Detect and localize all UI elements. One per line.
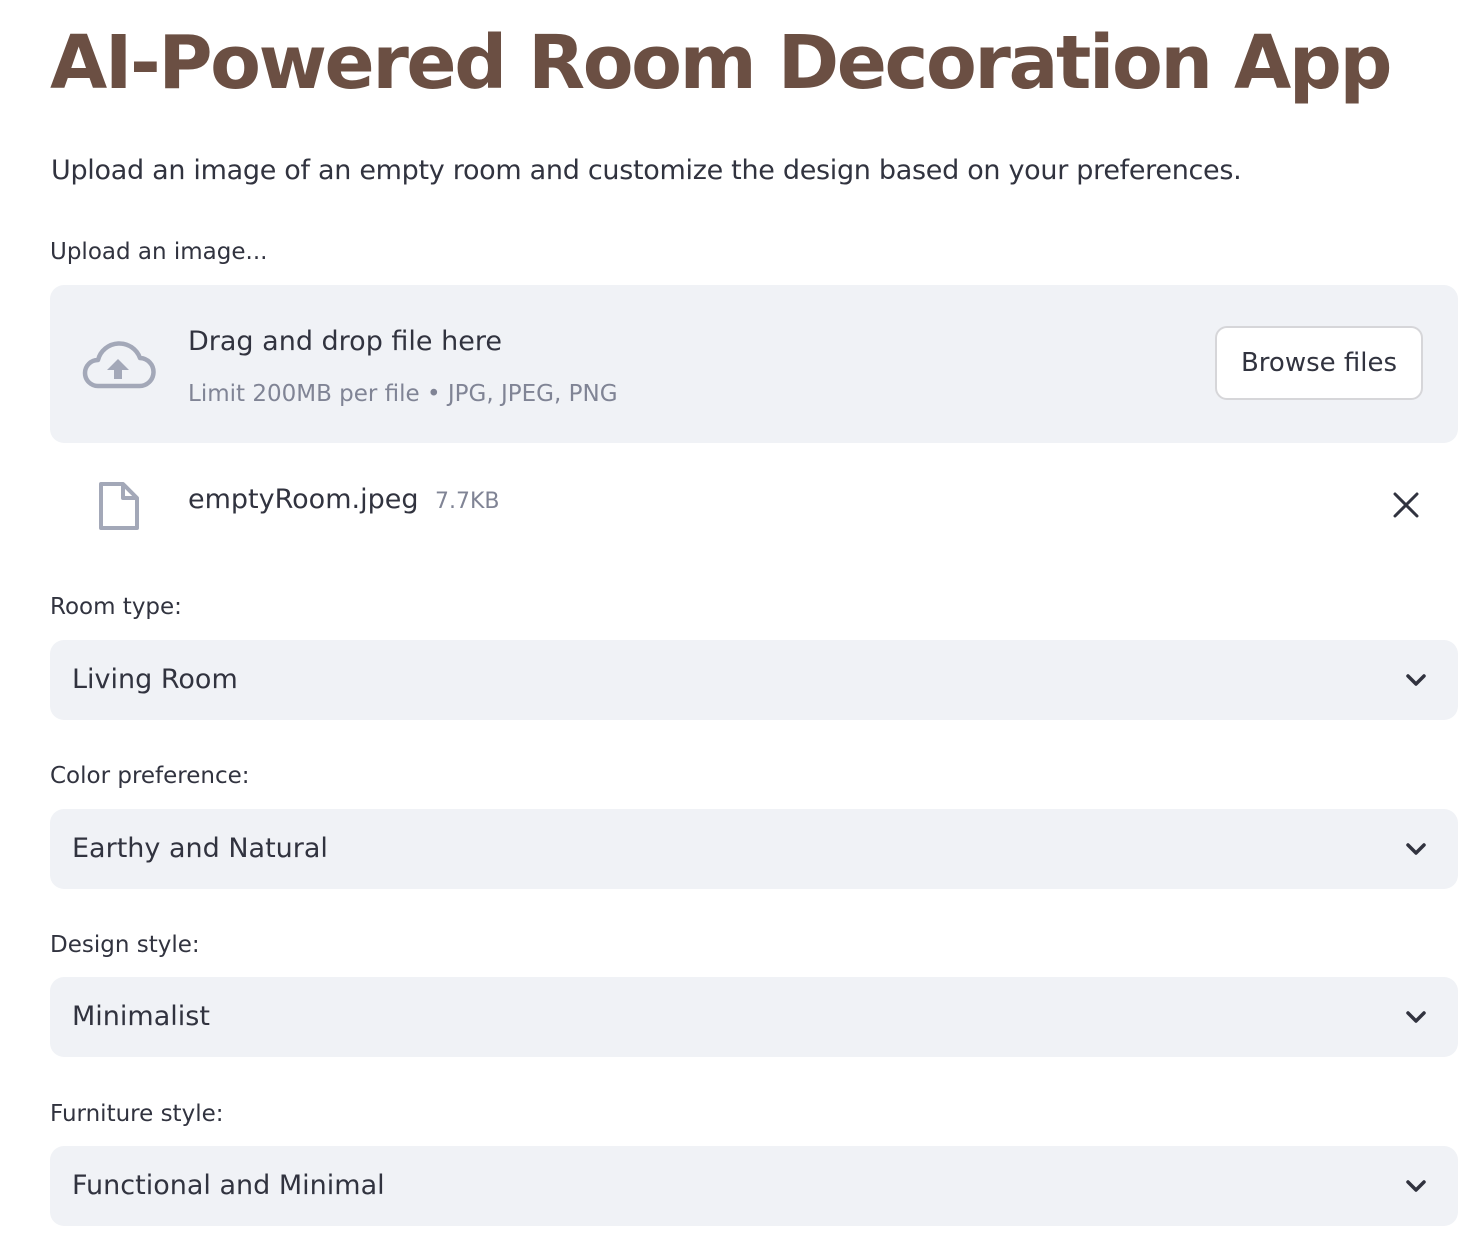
chevron-down-icon — [1406, 1180, 1426, 1192]
design-style-label: Design style: — [50, 932, 200, 958]
furniture-style-select[interactable]: Functional and Minimal — [50, 1146, 1458, 1226]
file-size: 7.7KB — [435, 489, 500, 514]
dropzone-limit: Limit 200MB per file • JPG, JPEG, PNG — [188, 381, 618, 407]
color-preference-select[interactable]: Earthy and Natural — [50, 809, 1458, 889]
color-preference-value: Earthy and Natural — [72, 833, 328, 864]
chevron-down-icon — [1406, 843, 1426, 855]
chevron-down-icon — [1406, 1011, 1426, 1023]
page-subtitle: Upload an image of an empty room and cus… — [51, 155, 1242, 186]
file-icon — [99, 482, 139, 530]
file-name: emptyRoom.jpeg — [188, 484, 419, 515]
design-style-select[interactable]: Minimalist — [50, 977, 1458, 1057]
upload-label: Upload an image... — [50, 239, 268, 265]
room-type-select[interactable]: Living Room — [50, 640, 1458, 720]
room-type-value: Living Room — [72, 664, 238, 695]
color-preference-label: Color preference: — [50, 763, 250, 789]
chevron-down-icon — [1406, 674, 1426, 686]
cloud-upload-icon — [82, 341, 156, 389]
furniture-style-value: Functional and Minimal — [72, 1170, 385, 1201]
uploaded-file-row: emptyRoom.jpeg 7.7KB — [50, 470, 1458, 540]
furniture-style-label: Furniture style: — [50, 1101, 224, 1127]
browse-files-button[interactable]: Browse files — [1215, 326, 1423, 400]
room-type-label: Room type: — [50, 594, 182, 620]
close-icon[interactable] — [1389, 488, 1423, 522]
design-style-value: Minimalist — [72, 1001, 210, 1032]
page-title: AI-Powered Room Decoration App — [50, 20, 1392, 106]
dropzone-title: Drag and drop file here — [188, 326, 502, 357]
file-dropzone[interactable]: Drag and drop file here Limit 200MB per … — [50, 285, 1458, 443]
